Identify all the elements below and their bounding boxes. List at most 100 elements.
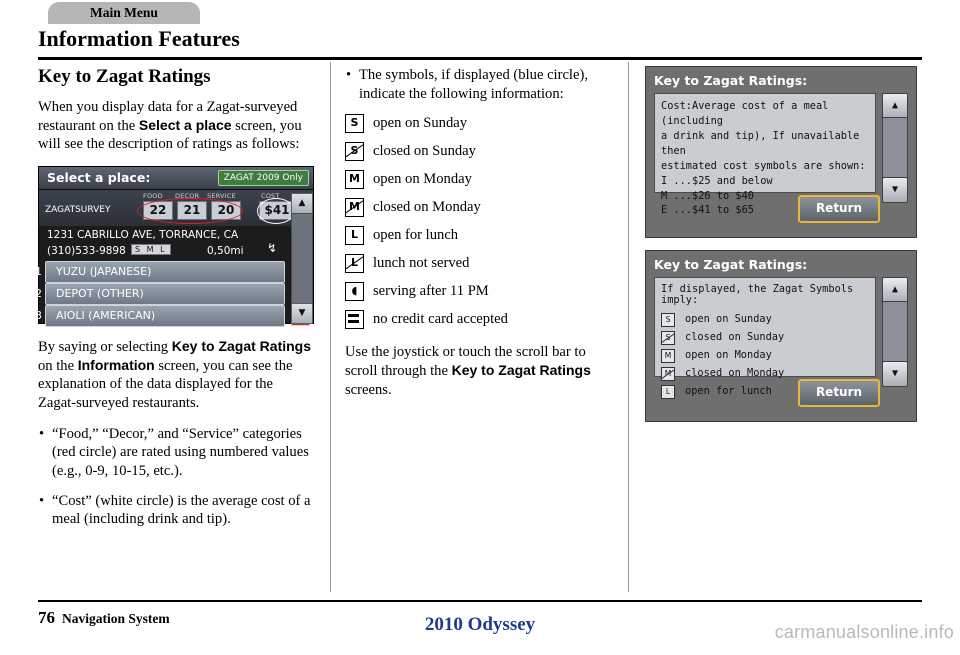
bullet-item: • “Food,” “Decor,” and “Service” categori… xyxy=(38,425,314,481)
open-lunch-icon: L xyxy=(345,226,364,246)
list-item-name: DEPOT (OTHER) xyxy=(56,287,144,301)
main-menu-tab-label: Main Menu xyxy=(90,5,158,20)
key-to-zagat-ratings-screen-2: Key to Zagat Ratings: If displayed, the … xyxy=(645,250,917,422)
list-item-index: 3 xyxy=(35,309,42,323)
bullet-text: “Cost” (white circle) is the average cos… xyxy=(52,492,311,528)
symbol-legend-item: L open for lunch xyxy=(345,226,613,246)
select-a-place-screenshot: Select a place: ZAGAT 2009 Only ZAGATSUR… xyxy=(35,166,314,328)
screen1-return-button[interactable]: Return xyxy=(798,195,880,223)
explanation-paragraph: By saying or selecting Key to Zagat Rati… xyxy=(38,338,314,413)
symbol-legend-label: closed on Monday xyxy=(373,199,481,216)
screen1-scroll-up-icon[interactable]: ▲ xyxy=(882,93,908,119)
list-item-name: AIOLI (AMERICAN) xyxy=(56,309,156,323)
screen2-title: Key to Zagat Ratings: xyxy=(654,257,808,272)
open-lunch-icon: L xyxy=(661,384,675,399)
explanation-bold-information: Information xyxy=(77,356,155,373)
place-list-item[interactable]: 2 DEPOT (OTHER) Z xyxy=(35,283,310,306)
screen1-line: Cost:Average cost of a meal (including xyxy=(661,100,829,127)
no-credit-card-icon xyxy=(345,310,364,330)
symbol-legend-item: L lunch not served xyxy=(345,254,613,274)
closing-text-2: screens. xyxy=(345,381,392,398)
symbol-legend-label: closed on Sunday xyxy=(373,143,476,160)
scroll-up-icon[interactable]: ▲ xyxy=(291,193,313,215)
column-divider-2 xyxy=(628,62,629,592)
screen2-symbol-row: M open on Monday xyxy=(661,348,869,363)
page-title: Information Features xyxy=(38,26,240,51)
column-three: Key to Zagat Ratings: Cost:Average cost … xyxy=(645,66,917,434)
symbol-legend-label: lunch not served xyxy=(373,255,470,272)
closed-sunday-icon: S xyxy=(345,142,364,162)
screen2-symbol-label: closed on Sunday xyxy=(685,330,785,343)
screen2-symbol-label: closed on Monday xyxy=(685,366,785,379)
restaurant-phone: (310)533-9898 xyxy=(47,245,126,258)
footer-divider xyxy=(38,600,922,602)
restaurant-distance: 0,50mi xyxy=(207,245,244,258)
screen1-line: estimated cost symbols are shown: xyxy=(661,159,866,172)
zagat-logo-sub: SURVEY xyxy=(75,205,111,216)
nav-scrollbar[interactable]: ▲ ▼ xyxy=(291,193,313,325)
open-sunday-icon: S xyxy=(345,114,364,134)
open-monday-icon: M xyxy=(345,170,364,190)
symbol-legend-item: M open on Monday xyxy=(345,170,613,190)
screen1-line: I ...$25 and below xyxy=(661,174,773,187)
screen2-symbol-row: S closed on Sunday xyxy=(661,330,869,345)
nav-title-label: Select a place: xyxy=(47,170,151,186)
symbol-legend-item: S open on Sunday xyxy=(345,114,613,134)
screen2-return-button[interactable]: Return xyxy=(798,379,880,407)
screen2-symbol-panel: If displayed, the Zagat Symbols imply: S… xyxy=(654,277,876,399)
screen2-symbol-label: open on Monday xyxy=(685,348,772,361)
scroll-down-icon[interactable]: ▼ xyxy=(291,303,313,325)
screen1-title: Key to Zagat Ratings: xyxy=(654,73,808,88)
main-menu-tab[interactable]: Main Menu xyxy=(48,2,200,24)
explanation-text-1: By saying or selecting xyxy=(38,339,172,356)
screen2-scroll-up-icon[interactable]: ▲ xyxy=(882,277,908,303)
open-sunday-icon: S xyxy=(661,312,675,327)
zagat-year-badge: ZAGAT 2009 Only xyxy=(217,170,309,187)
screen2-symbol-label: open for lunch xyxy=(685,384,772,397)
north-arrow-icon: ↯ xyxy=(267,241,278,256)
screen1-text-panel: Cost:Average cost of a meal (including a… xyxy=(654,93,876,216)
late-night-icon: ◖ xyxy=(345,282,364,302)
bullet-dot-icon: • xyxy=(346,67,352,83)
lunch-not-served-icon: L xyxy=(345,254,364,274)
explanation-text-2: on the xyxy=(38,357,78,374)
symbol-legend-item: S closed on Sunday xyxy=(345,142,613,162)
column-one: Key to Zagat Ratings When you display da… xyxy=(35,66,314,540)
screen2-scroll-down-icon[interactable]: ▼ xyxy=(882,361,908,387)
screen1-scroll-down-icon[interactable]: ▼ xyxy=(882,177,908,203)
rating-header-food: FOOD xyxy=(143,192,163,201)
section-heading-key-to-zagat-ratings: Key to Zagat Ratings xyxy=(38,66,211,87)
bullet-text: “Food,” “Decor,” and “Service” categorie… xyxy=(52,425,309,480)
zagat-logo-word: ZAGAT xyxy=(45,205,76,216)
symbol-legend-label: open on Monday xyxy=(373,171,472,188)
place-list-item[interactable]: 3 AIOLI (AMERICAN) Z xyxy=(35,305,310,328)
symbol-legend-item: M closed on Monday xyxy=(345,198,613,218)
closing-paragraph: Use the joystick or touch the scroll bar… xyxy=(345,343,613,399)
symbol-legend-item: no credit card accepted xyxy=(345,310,613,330)
screen1-line: a drink and tip), If unavailable then xyxy=(661,129,860,157)
bullet-item: • The symbols, if displayed (blue circle)… xyxy=(345,66,613,103)
red-circle-annotation xyxy=(137,198,243,225)
intro-paragraph: When you display data for a Zagat-survey… xyxy=(38,98,314,154)
open-monday-icon: M xyxy=(661,348,675,363)
screen2-symbol-label: open on Sunday xyxy=(685,312,772,325)
intro-bold-select-a-place: Select a place xyxy=(138,116,232,133)
symbol-chip-icon: S M L xyxy=(131,244,171,256)
bullet-dot-icon: • xyxy=(39,425,45,442)
column-divider-1 xyxy=(330,62,331,592)
list-item-index: 2 xyxy=(35,287,42,301)
closed-monday-icon: M xyxy=(661,366,675,381)
list-item-name: YUZU (JAPANESE) xyxy=(56,265,152,279)
scroll-track[interactable] xyxy=(291,213,313,306)
restaurant-address: 1231 CABRILLO AVE, TORRANCE, CA xyxy=(47,229,239,242)
bullet-item: • “Cost” (white circle) is the average co… xyxy=(38,492,314,529)
screen2-intro: If displayed, the Zagat Symbols imply: xyxy=(661,283,854,307)
list-item-index: 1 xyxy=(35,265,42,279)
closed-sunday-icon: S xyxy=(661,330,675,345)
symbol-legend-label: open for lunch xyxy=(373,227,459,244)
zagat-rating-row: ZAGATSURVEY FOOD DECOR SERVICE COST 22 2… xyxy=(39,190,313,227)
closed-monday-icon: M xyxy=(345,198,364,218)
title-divider xyxy=(38,57,922,60)
place-list-item[interactable]: 1 YUZU (JAPANESE) Z xyxy=(35,261,310,284)
watermark: carmanualsonline.info xyxy=(774,622,954,642)
